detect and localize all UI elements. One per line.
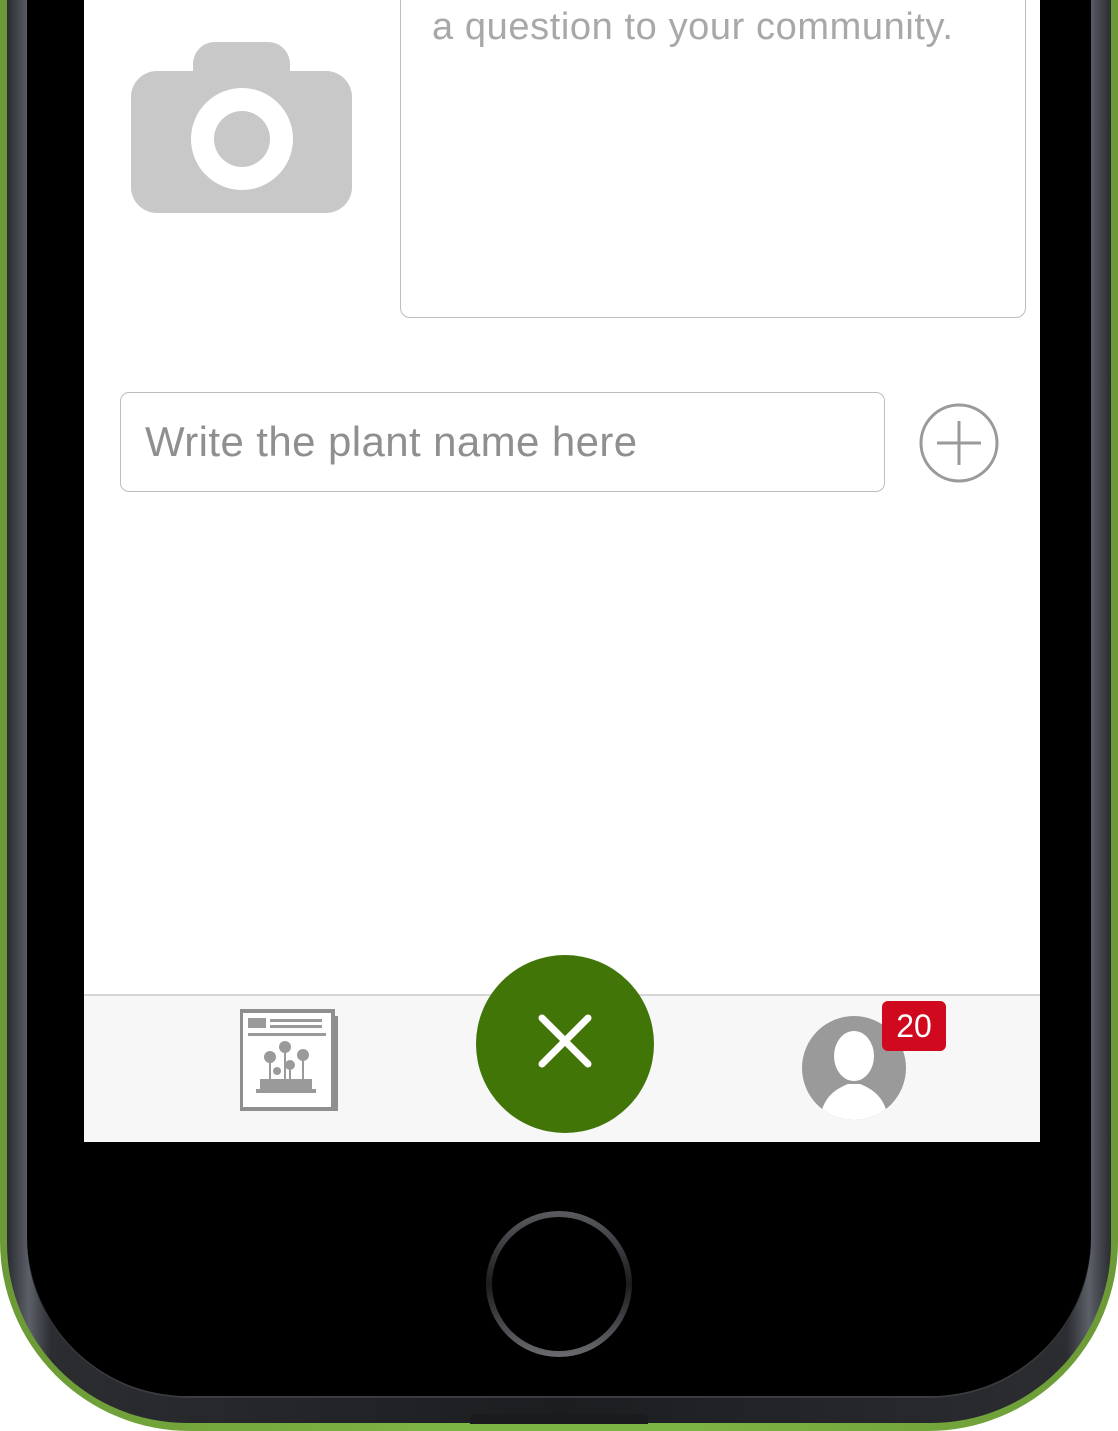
close-icon — [538, 1014, 592, 1068]
tab-garden-journal[interactable] — [239, 1009, 342, 1115]
notification-badge: 20 — [882, 1001, 946, 1051]
garden-journal-icon — [239, 1009, 338, 1111]
camera-icon[interactable] — [131, 42, 352, 213]
add-plant-button[interactable] — [918, 402, 1000, 484]
plus-circle-icon — [919, 403, 999, 483]
app-screen: a question to your community. Write the … — [84, 0, 1040, 1142]
plant-name-input[interactable] — [120, 392, 885, 492]
phone-bottom-rim — [470, 1414, 648, 1424]
close-button[interactable] — [476, 955, 654, 1133]
home-button[interactable] — [484, 1209, 634, 1359]
question-placeholder: a question to your community. — [432, 6, 954, 48]
